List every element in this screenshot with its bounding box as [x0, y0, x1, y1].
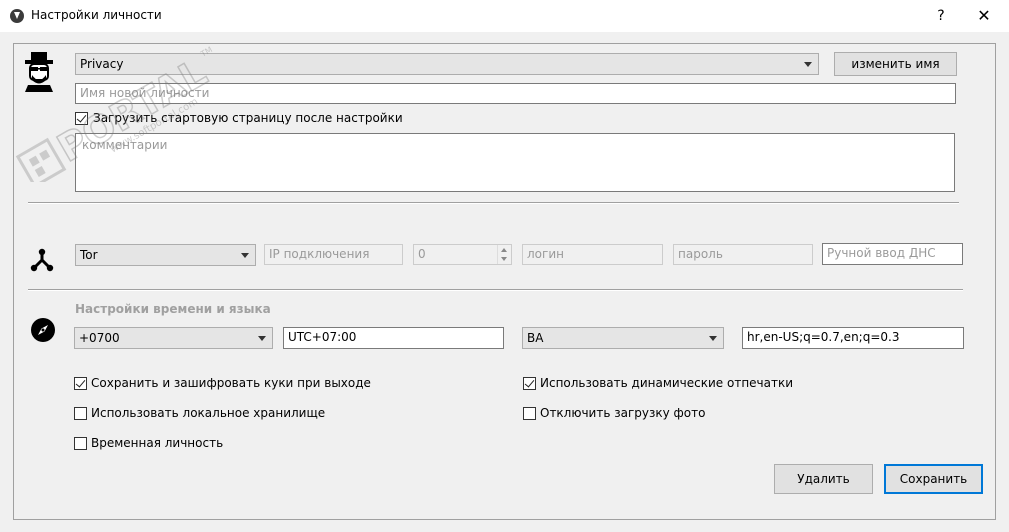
dynamic-fingerprints-checkbox[interactable] — [523, 377, 536, 390]
ip-placeholder: IP подключения — [269, 247, 370, 261]
login-input[interactable]: логин — [522, 244, 663, 265]
save-cookies-label: Сохранить и зашифровать куки при выходе — [91, 376, 371, 390]
save-cookies-checkbox[interactable] — [74, 377, 87, 390]
compass-icon — [31, 318, 55, 342]
local-storage-checkbox[interactable] — [74, 407, 87, 420]
chevron-down-icon — [241, 253, 249, 258]
timezone-input[interactable]: UTC+07:00 — [283, 327, 504, 349]
port-spin-arrows[interactable] — [497, 245, 511, 264]
delete-button[interactable]: Удалить — [774, 464, 873, 494]
divider — [28, 202, 959, 204]
divider — [28, 289, 963, 291]
temporary-profile-label: Временная личность — [91, 436, 224, 450]
heisenberg-avatar-icon — [25, 52, 53, 92]
disable-images-label: Отключить загрузку фото — [540, 406, 706, 420]
profile-name-placeholder: Имя новой личности — [80, 86, 210, 100]
rename-button[interactable]: изменить имя — [834, 52, 957, 76]
password-placeholder: пароль — [678, 247, 723, 261]
chevron-down-icon — [804, 62, 812, 67]
load-start-page-label: Загрузить стартовую страницу после настр… — [93, 111, 403, 125]
profile-name-input[interactable]: Имя новой личности — [75, 83, 956, 104]
proxy-type-value: Tor — [80, 248, 98, 262]
chevron-down-icon — [258, 336, 266, 341]
login-placeholder: логин — [527, 247, 564, 261]
ip-input[interactable]: IP подключения — [264, 244, 403, 265]
profile-select-value: Privacy — [80, 57, 124, 71]
languages-input[interactable]: hr,en-US;q=0.7,en;q=0.3 — [742, 327, 964, 349]
spin-up-icon[interactable] — [501, 248, 507, 252]
locale-section-title: Настройки времени и языка — [75, 302, 271, 316]
password-input[interactable]: пароль — [673, 244, 813, 265]
timezone-value: UTC+07:00 — [288, 330, 357, 344]
load-start-page-checkbox[interactable] — [75, 112, 88, 125]
spin-down-icon[interactable] — [501, 257, 507, 261]
comments-textarea[interactable]: комментарии — [75, 133, 955, 192]
proxy-type-select[interactable]: Tor — [75, 244, 256, 266]
dialog-body: Privacy изменить имя Имя новой личности … — [0, 32, 1009, 532]
temporary-profile-checkbox[interactable] — [74, 437, 87, 450]
help-button[interactable]: ? — [929, 4, 953, 28]
disable-images-checkbox[interactable] — [523, 407, 536, 420]
app-logo-icon — [10, 9, 24, 23]
comments-placeholder: комментарии — [82, 138, 168, 152]
languages-value: hr,en-US;q=0.7,en;q=0.3 — [747, 330, 900, 344]
country-value: BA — [527, 331, 544, 345]
chevron-down-icon — [709, 336, 717, 341]
profile-select[interactable]: Privacy — [75, 53, 819, 75]
country-select[interactable]: BA — [522, 327, 724, 349]
timezone-offset-select[interactable]: +0700 — [74, 327, 273, 349]
local-storage-label: Использовать локальное хранилище — [91, 406, 326, 420]
close-button[interactable]: ✕ — [969, 4, 999, 28]
dynamic-fingerprints-label: Использовать динамические отпечатки — [540, 376, 794, 390]
dns-input[interactable]: Ручной ввод ДНС — [822, 243, 963, 265]
save-button[interactable]: Сохранить — [884, 464, 983, 494]
dns-placeholder: Ручной ввод ДНС — [827, 246, 936, 260]
window-title: Настройки личности — [31, 8, 162, 22]
port-stepper[interactable]: 0 — [413, 244, 512, 265]
port-value: 0 — [418, 247, 426, 261]
network-node-icon — [30, 248, 54, 272]
timezone-offset-value: +0700 — [79, 331, 120, 345]
title-bar: Настройки личности ? ✕ — [0, 0, 1009, 32]
